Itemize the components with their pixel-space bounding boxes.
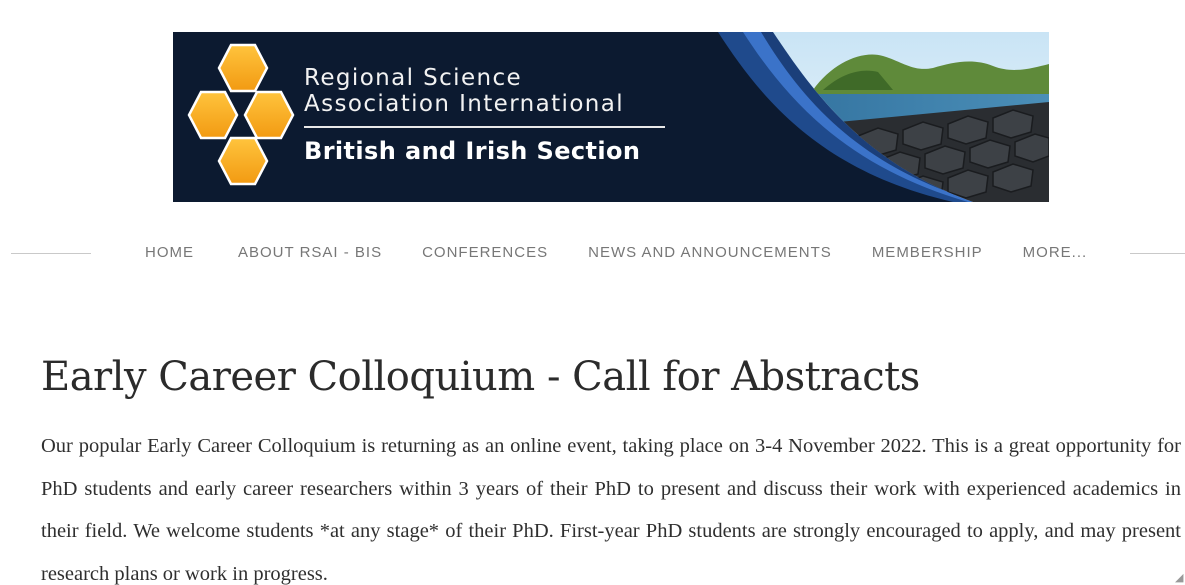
site-banner[interactable]: Regional Science Association Internation… [173,32,1049,202]
nav-item-more[interactable]: MORE... [1023,244,1088,261]
nav-item-membership[interactable]: MEMBERSHIP [872,244,983,261]
banner-org-name-line2: Association International [304,91,625,117]
main-nav: HOME ABOUT RSAI - BIS CONFERENCES NEWS A… [145,244,1087,261]
nav-item-conferences[interactable]: CONFERENCES [422,244,548,261]
nav-item-home[interactable]: HOME [145,244,194,261]
banner-artwork [187,32,1049,202]
page: Regional Science Association Internation… [0,0,1185,585]
resize-handle-icon: ◢ [1175,571,1184,584]
article-body: Our popular Early Career Colloquium is r… [41,435,1181,585]
rsai-hexagon-logo [187,43,295,186]
nav-divider-left [11,253,91,254]
nav-item-about[interactable]: ABOUT RSAI - BIS [238,244,382,261]
page-title: Early Career Colloquium - Call for Abstr… [41,354,920,400]
banner-org-name-line1: Regional Science [304,65,523,91]
nav-divider-right [1130,253,1185,254]
nav-item-news[interactable]: NEWS AND ANNOUNCEMENTS [588,244,832,261]
banner-section-name: British and Irish Section [304,137,641,165]
banner-divider [304,126,665,128]
